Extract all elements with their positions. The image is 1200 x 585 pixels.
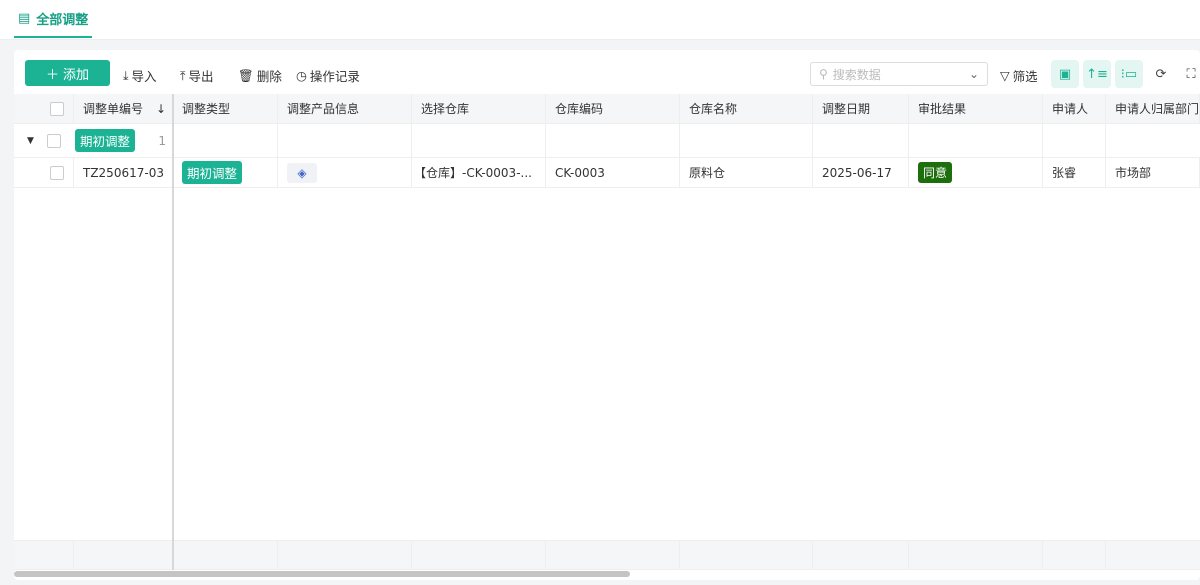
filter-icon: ▽ (1000, 68, 1010, 83)
table-header: 调整单编号 ↓ 调整类型 调整产品信息 选择仓库 仓库编码 仓库名称 调整日期 审… (14, 94, 1200, 124)
sort-icon: ↑≡ (1086, 66, 1108, 82)
table-row[interactable]: TZ250617-03 期初调整 ◈ 【仓库】-CK-0003-... CK-0… (14, 158, 1200, 188)
column-header[interactable]: 调整产品信息 (278, 94, 412, 123)
refresh-icon: ⟳ (1155, 66, 1167, 82)
fullscreen-icon: ⛶ (1186, 66, 1196, 82)
frozen-column-divider (172, 94, 174, 570)
search-icon: ⚲ (819, 67, 828, 81)
row-checkbox[interactable] (50, 165, 64, 180)
column-header[interactable]: 申请人 (1043, 94, 1106, 123)
sort-desc-icon[interactable]: ↓ (156, 102, 166, 116)
export-button[interactable]: ⤒ 导出 (180, 66, 214, 85)
search-input[interactable]: ⚲ 搜索数据 ⌄ (810, 62, 988, 86)
tab-all-adjustments[interactable]: ▤ 全部调整 (14, 0, 93, 38)
view-toggle-button[interactable]: ▣ (1051, 60, 1079, 88)
group-button[interactable]: ⁝▭ (1115, 60, 1143, 88)
type-tag: 期初调整 (182, 161, 243, 184)
column-header[interactable]: 仓库名称 (680, 94, 813, 123)
group-icon: ⁝▭ (1120, 66, 1138, 82)
table-icon: ▤ (18, 10, 31, 26)
cell-date: 2025-06-17 (813, 158, 909, 187)
add-button[interactable]: ＋添加 (25, 60, 110, 86)
tab-bar: ▤ 全部调整 (0, 0, 1200, 40)
approval-badge: 同意 (918, 162, 953, 183)
sort-button[interactable]: ↑≡ (1083, 60, 1111, 88)
import-button[interactable]: ⤓ 导入 (123, 66, 157, 85)
caret-down-icon[interactable]: ▼ (27, 136, 34, 146)
column-header[interactable]: 申请人归属部门 (1106, 94, 1200, 123)
cell-warehouse: 【仓库】-CK-0003-... (412, 158, 546, 187)
cell-dept: 市场部 (1106, 158, 1200, 187)
column-header[interactable]: 调整日期 (813, 94, 909, 123)
column-header[interactable]: 调整类型 (173, 94, 278, 123)
trash-icon: 🗑 (238, 67, 254, 83)
cell-warehouse-code: CK-0003 (546, 158, 680, 187)
group-tag: 期初调整 (75, 129, 136, 152)
cell-applicant: 张睿 (1043, 158, 1106, 187)
group-count: 1 (158, 133, 166, 148)
fullscreen-button[interactable]: ⛶ (1177, 60, 1200, 88)
upload-icon: ⤒ (180, 67, 186, 83)
table-footer (14, 540, 1200, 570)
table-panel: ＋添加 ⤓ 导入 ⤒ 导出 🗑 删除 ◷ 操作记录 ⚲ 搜索数据 ⌄ ▽ 筛选 ▣ ↑≡ ⁝▭… (14, 50, 1200, 580)
log-button[interactable]: ◷ 操作记录 (296, 66, 360, 85)
plus-icon: ＋ (45, 67, 59, 83)
cell-warehouse-name: 原料仓 (680, 158, 813, 187)
download-icon: ⤓ (123, 67, 129, 83)
column-header[interactable]: 仓库编码 (546, 94, 680, 123)
horizontal-scrollbar[interactable] (14, 571, 630, 577)
column-header[interactable]: 审批结果 (909, 94, 1043, 123)
delete-button[interactable]: 🗑 删除 (238, 66, 282, 85)
product-info-icon[interactable]: ◈ (287, 162, 317, 183)
card-icon: ▣ (1058, 66, 1072, 82)
filter-button[interactable]: ▽ 筛选 (1000, 66, 1038, 85)
refresh-button[interactable]: ⟳ (1147, 60, 1175, 88)
group-checkbox[interactable] (46, 133, 61, 148)
cell-code: TZ250617-03 (74, 158, 173, 187)
group-row[interactable]: ▼ 期初调整 1 (14, 124, 1200, 158)
clock-icon: ◷ (296, 68, 307, 83)
column-header[interactable]: 选择仓库 (412, 94, 546, 123)
chevron-down-icon: ⌄ (968, 67, 979, 81)
select-all-checkbox[interactable] (50, 101, 64, 116)
column-header[interactable]: 调整单编号 ↓ (74, 94, 173, 123)
